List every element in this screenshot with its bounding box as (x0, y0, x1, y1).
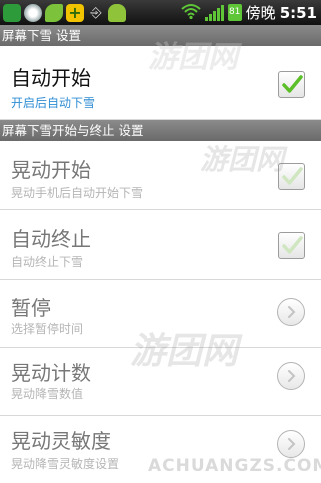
chevron-right-icon (288, 370, 296, 382)
check-icon (282, 167, 303, 185)
time-of-day-label: 傍晚 (245, 4, 276, 22)
auto-start-checkbox[interactable] (278, 71, 305, 98)
plus-icon: + (66, 3, 84, 22)
row-title: 晃动开始 (11, 158, 91, 182)
row-subtitle: 选择暂停时间 (11, 322, 84, 336)
leaf-icon (45, 3, 63, 22)
pause-chevron-button[interactable] (277, 298, 305, 326)
row-title: 自动开始 (11, 66, 91, 90)
row-subtitle: 晃动手机后自动开始下雪 (11, 186, 144, 200)
usb-icon: ⎆ (90, 4, 102, 21)
shake-start-checkbox[interactable] (278, 163, 305, 190)
battery-icon: 81 (227, 4, 242, 21)
row-subtitle: 开启后自动下雪 (11, 96, 96, 110)
row-title: 自动终止 (11, 227, 91, 251)
android-icon (108, 3, 126, 22)
app-notification-icon (3, 3, 21, 22)
settings-row-shake-count[interactable]: 晃动计数 晃动降雪数值 (0, 348, 321, 416)
section-header-start-stop-settings: 屏幕下雪开始与终止 设置 (0, 120, 321, 141)
settings-row-auto-stop[interactable]: 自动终止 自动终止下雪 (0, 210, 321, 280)
auto-stop-checkbox[interactable] (278, 232, 305, 259)
settings-row-auto-start[interactable]: 自动开始 开启后自动下雪 (0, 46, 321, 120)
chevron-right-icon (288, 438, 296, 450)
row-subtitle: 晃动降雪灵敏度设置 (11, 457, 120, 471)
settings-row-shake-start[interactable]: 晃动开始 晃动手机后自动开始下雪 (0, 141, 321, 210)
row-subtitle: 自动终止下雪 (11, 255, 84, 269)
signal-strength-icon (204, 4, 224, 21)
wifi-icon (181, 3, 201, 23)
clock-time: 5:51 (279, 3, 317, 22)
settings-row-pause[interactable]: 暂停 选择暂停时间 (0, 280, 321, 348)
shake-sensitivity-chevron-button[interactable] (277, 430, 305, 458)
settings-row-shake-sensitivity[interactable]: 晃动灵敏度 晃动降雪灵敏度设置 (0, 416, 321, 483)
row-title: 晃动计数 (11, 361, 91, 385)
shake-count-chevron-button[interactable] (277, 362, 305, 390)
row-subtitle: 晃动降雪数值 (11, 387, 84, 401)
check-icon (282, 236, 303, 254)
row-title: 晃动灵敏度 (11, 429, 111, 453)
section-header-snow-settings: 屏幕下雪 设置 (0, 25, 321, 46)
flower-icon (24, 3, 42, 22)
check-icon (282, 75, 303, 93)
chevron-right-icon (288, 306, 296, 318)
status-bar: + ⎆ 81 傍晚 5:51 (0, 0, 321, 25)
row-title: 暂停 (11, 296, 51, 320)
